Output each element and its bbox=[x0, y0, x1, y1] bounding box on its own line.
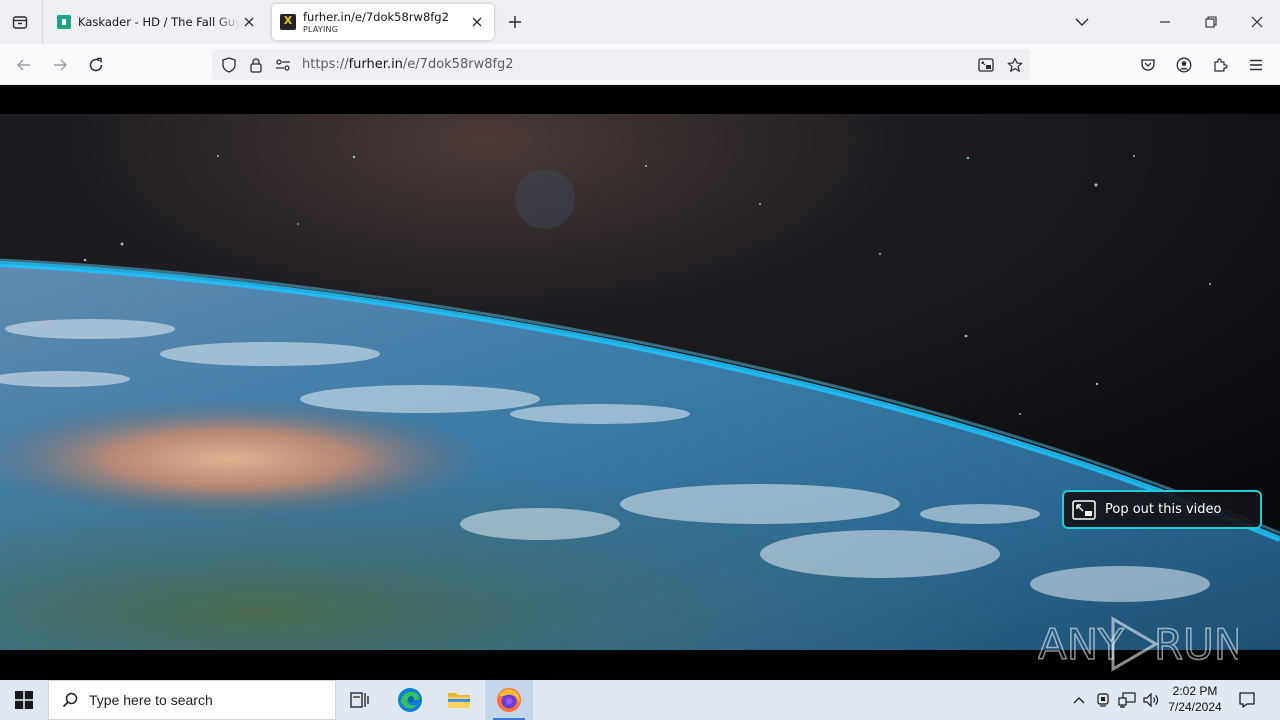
tab-kaskader[interactable]: Kaskader - HD / The Fall Guy (2024) bbox=[48, 4, 266, 40]
address-bar[interactable]: https://furher.in/e/7dok58rw8fg2 bbox=[212, 49, 1030, 80]
firefox-taskbar-button[interactable] bbox=[485, 680, 533, 720]
picture-in-picture-icon[interactable] bbox=[977, 56, 995, 74]
edge-browser-icon bbox=[398, 688, 422, 712]
restore-icon bbox=[1205, 16, 1217, 28]
menu-button[interactable] bbox=[1243, 52, 1269, 78]
arrow-right-icon bbox=[54, 59, 68, 71]
pop-out-label: Pop out this video bbox=[1105, 502, 1222, 517]
svg-text:RUN: RUN bbox=[1154, 620, 1238, 669]
navigation-toolbar: https://furher.in/e/7dok58rw8fg2 bbox=[0, 44, 1280, 85]
pocket-button[interactable] bbox=[1135, 52, 1161, 78]
bookmark-star-icon[interactable] bbox=[1006, 56, 1024, 74]
folder-icon bbox=[448, 693, 470, 708]
video-player[interactable]: Pop out this video bbox=[0, 114, 1280, 650]
minimize-button[interactable] bbox=[1151, 8, 1179, 36]
search-icon bbox=[61, 691, 79, 709]
picture-in-picture-icon bbox=[1072, 499, 1096, 521]
system-clock[interactable]: 2:02 PM 7/24/2024 bbox=[1162, 683, 1228, 715]
tab-playing-label: PLAYING bbox=[303, 25, 339, 34]
url-host: furher.in bbox=[348, 57, 403, 72]
tab-title: furher.in/e/7dok58rw8fg2 bbox=[303, 10, 449, 24]
tab-title: Kaskader - HD / The Fall Guy (2024) bbox=[78, 15, 240, 29]
hamburger-menu-icon bbox=[1250, 59, 1262, 71]
anyrun-watermark-logo: ANY RUN bbox=[1038, 616, 1238, 672]
close-tab-icon[interactable] bbox=[468, 13, 486, 31]
url-text[interactable]: https://furher.in/e/7dok58rw8fg2 bbox=[302, 57, 514, 72]
windows-logo-icon bbox=[15, 691, 33, 709]
clock-time: 2:02 PM bbox=[1172, 684, 1218, 698]
tab-furher[interactable]: X furher.in/e/7dok58rw8fg2 PLAYING bbox=[272, 4, 494, 40]
reload-button[interactable] bbox=[83, 52, 109, 78]
restore-button[interactable] bbox=[1197, 8, 1225, 36]
list-all-tabs-button[interactable] bbox=[8, 10, 32, 34]
tray-device-icon[interactable] bbox=[1093, 690, 1113, 710]
tab-strip: Kaskader - HD / The Fall Guy (2024) X fu… bbox=[0, 0, 1280, 44]
firefox-icon bbox=[497, 688, 521, 712]
taskbar-search-box[interactable]: Type here to search bbox=[48, 680, 336, 720]
earth-from-space-frame bbox=[0, 114, 1280, 650]
green-tv-icon bbox=[57, 15, 71, 29]
windows-taskbar: Type here to search 2:02 PM 7/24/2024 bbox=[0, 680, 1280, 720]
tracking-protection-icon[interactable] bbox=[220, 56, 238, 74]
account-icon bbox=[1176, 57, 1192, 73]
volume-icon[interactable] bbox=[1141, 690, 1161, 710]
arrow-left-icon bbox=[16, 59, 30, 71]
edge-taskbar-button[interactable] bbox=[386, 680, 434, 720]
task-view-icon bbox=[350, 692, 369, 708]
plus-icon bbox=[509, 16, 521, 28]
chevron-down-icon bbox=[1075, 18, 1089, 26]
permissions-icon[interactable] bbox=[274, 56, 292, 74]
tab-list-icon bbox=[12, 16, 28, 29]
show-hidden-icons-button[interactable] bbox=[1069, 690, 1089, 710]
account-button[interactable] bbox=[1171, 52, 1197, 78]
tab-separator bbox=[42, 0, 43, 44]
network-icon[interactable] bbox=[1117, 690, 1137, 710]
extensions-button[interactable] bbox=[1207, 52, 1233, 78]
notification-icon bbox=[1239, 692, 1255, 708]
x-logo-icon: X bbox=[280, 14, 296, 30]
chevron-up-icon bbox=[1073, 697, 1085, 704]
url-path: /e/7dok58rw8fg2 bbox=[402, 57, 514, 72]
task-view-button[interactable] bbox=[336, 680, 384, 720]
pocket-icon bbox=[1141, 59, 1155, 71]
action-center-button[interactable] bbox=[1234, 688, 1260, 712]
url-scheme: https:// bbox=[302, 57, 349, 72]
new-tab-button[interactable] bbox=[503, 10, 527, 34]
reload-icon bbox=[89, 57, 103, 72]
start-button[interactable] bbox=[0, 680, 48, 720]
forward-button[interactable] bbox=[47, 52, 73, 78]
back-button[interactable] bbox=[11, 52, 37, 78]
file-explorer-taskbar-button[interactable] bbox=[435, 680, 483, 720]
tab-overflow-button[interactable] bbox=[1068, 8, 1096, 36]
search-placeholder: Type here to search bbox=[89, 692, 213, 708]
close-icon bbox=[1251, 16, 1263, 28]
minimize-icon bbox=[1160, 21, 1170, 23]
svg-text:ANY: ANY bbox=[1038, 620, 1124, 669]
close-window-button[interactable] bbox=[1243, 8, 1271, 36]
clock-date: 7/24/2024 bbox=[1168, 700, 1222, 714]
puzzle-icon bbox=[1214, 58, 1228, 72]
close-tab-icon[interactable] bbox=[240, 13, 258, 31]
page-content: Pop out this video ANY RUN bbox=[0, 85, 1280, 680]
lock-icon[interactable] bbox=[247, 56, 265, 74]
pop-out-video-button[interactable]: Pop out this video bbox=[1062, 490, 1262, 529]
